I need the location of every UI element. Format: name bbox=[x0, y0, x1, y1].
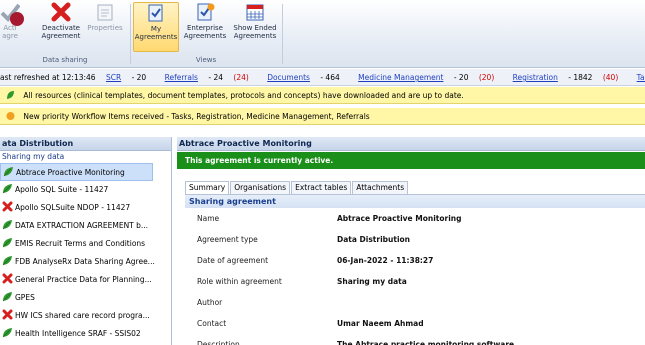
tree-item[interactable]: Health Intelligence SRAF - SSIS02 bbox=[0, 325, 171, 343]
field-value: Sharing my data bbox=[337, 277, 407, 286]
workflow-banner: New priority Workflow Items received - T… bbox=[0, 108, 645, 125]
red-cross-icon bbox=[2, 309, 13, 320]
tree-item[interactable]: Abtrace Proactive Monitoring bbox=[0, 163, 153, 181]
tree-item-label: Apollo SQLSuite NDOP - 11427 bbox=[15, 203, 131, 212]
agreement-active-bar: This agreement is currently active. bbox=[177, 152, 645, 169]
tasks-link[interactable]: Tasks - 2 bbox=[637, 73, 645, 82]
field-label: Contact bbox=[197, 319, 227, 328]
group-label-data-sharing: Data sharing bbox=[42, 56, 88, 64]
show-ended-agreements-button[interactable]: Show Ended Agreements bbox=[231, 2, 279, 52]
my-agreements-button[interactable]: My Agreements bbox=[133, 2, 179, 52]
field-label: Name bbox=[197, 214, 220, 223]
enterprise-agreements-button[interactable]: Enterprise Agreements bbox=[182, 2, 228, 52]
field-label: Author bbox=[197, 298, 223, 307]
tree-item-label: Abtrace Proactive Monitoring bbox=[16, 168, 125, 177]
tree-item-label: EMIS Recruit Terms and Conditions bbox=[15, 239, 146, 248]
enterprise-agreements-icon bbox=[195, 2, 215, 22]
ribbon: Acti agre Deactivate Agreement Propertie… bbox=[0, 0, 645, 68]
leaf-icon bbox=[2, 255, 13, 266]
medicine-management-link[interactable]: Medicine Management - 20 (20) bbox=[358, 73, 502, 82]
section-sharing-agreement: Sharing agreement bbox=[185, 195, 645, 208]
tree-item-label: FDB AnalyseRx Data Sharing Agree... bbox=[15, 257, 155, 266]
field-value: The Abtrace practice monitoring software… bbox=[337, 340, 523, 345]
leaf-icon bbox=[2, 219, 13, 230]
leaf-icon bbox=[3, 166, 14, 177]
tree-item-label: GPES bbox=[15, 293, 35, 302]
leaf-icon bbox=[2, 237, 13, 248]
agreement-details-panel: Abtrace Proactive Monitoring This agreem… bbox=[177, 137, 645, 345]
leaf-icon bbox=[6, 89, 15, 103]
agreement-title: Abtrace Proactive Monitoring bbox=[177, 137, 645, 151]
detail-row: Author bbox=[185, 292, 645, 313]
red-cross-icon bbox=[2, 273, 13, 284]
properties-button[interactable]: Properties bbox=[85, 2, 125, 52]
detail-row: Contact Umar Naeem Ahmad bbox=[185, 313, 645, 334]
documents-link[interactable]: Documents - 464 bbox=[267, 73, 348, 82]
field-label: Role within agreement bbox=[197, 277, 282, 286]
tree-item[interactable]: General Practice Data for Planning... bbox=[0, 271, 171, 289]
tree-item[interactable]: HW ICS shared care record progra... bbox=[0, 307, 171, 325]
tree-item-label: Apollo SQL Suite - 11427 bbox=[15, 185, 109, 194]
tab-organisations[interactable]: Organisations bbox=[230, 181, 291, 194]
red-cross-icon bbox=[2, 201, 13, 212]
leaf-icon bbox=[2, 183, 13, 194]
tree-item[interactable]: DATA EXTRACTION AGREEMENT b... bbox=[0, 217, 171, 235]
tree-item-label: Health Intelligence SRAF - SSIS02 bbox=[15, 329, 141, 338]
activate-agreement-button[interactable]: Acti agre bbox=[0, 2, 24, 52]
detail-tabs: Summary Organisations Extract tables Att… bbox=[185, 181, 409, 194]
check-icon bbox=[0, 2, 24, 26]
tree-item[interactable]: Apollo SQLSuite NDOP - 11427 bbox=[0, 199, 171, 217]
field-value: 06-Jan-2022 - 11:38:27 bbox=[337, 256, 434, 265]
field-label: Agreement type bbox=[197, 235, 258, 244]
detail-row: Date of agreement 06-Jan-2022 - 11:38:27 bbox=[185, 250, 645, 271]
leaf-icon bbox=[2, 327, 13, 338]
calendar-icon bbox=[245, 2, 265, 22]
tree-item[interactable]: EMIS Recruit Terms and Conditions bbox=[0, 235, 171, 253]
tab-extract-tables[interactable]: Extract tables bbox=[291, 181, 352, 194]
tree-group-sharing-my-data[interactable]: Sharing my data bbox=[0, 151, 171, 163]
deactivate-agreement-button[interactable]: Deactivate Agreement bbox=[38, 2, 84, 52]
group-label-views: Views bbox=[195, 56, 217, 64]
tab-summary[interactable]: Summary bbox=[185, 181, 230, 194]
field-value: Umar Naeem Ahmad bbox=[337, 319, 424, 328]
tree-item-label: DATA EXTRACTION AGREEMENT b... bbox=[15, 221, 149, 230]
left-panel-title: ata Distribution bbox=[0, 137, 171, 151]
last-refreshed-text: ast refreshed at 12:13:46 bbox=[0, 73, 96, 82]
red-cross-icon bbox=[51, 2, 71, 22]
detail-row: Name Abtrace Proactive Monitoring bbox=[185, 208, 645, 229]
leaf-icon bbox=[2, 291, 13, 302]
field-value: Abtrace Proactive Monitoring bbox=[337, 214, 462, 223]
field-label: Description bbox=[197, 340, 240, 345]
ribbon-separator bbox=[130, 4, 131, 64]
registration-link[interactable]: Registration - 1842 (40) bbox=[513, 73, 627, 82]
tree-item-label: HW ICS shared care record progra... bbox=[15, 311, 150, 320]
referrals-link[interactable]: Referrals - 24 (24) bbox=[165, 73, 257, 82]
my-agreements-icon bbox=[146, 3, 166, 23]
status-strip: ast refreshed at 12:13:46 SCR - 20 Refer… bbox=[0, 69, 645, 86]
tab-attachments[interactable]: Attachments bbox=[352, 181, 409, 194]
resources-banner: All resources (clinical templates, docum… bbox=[0, 87, 645, 104]
detail-row: Description The Abtrace practice monitori… bbox=[185, 334, 645, 345]
detail-row: Role within agreement Sharing my data bbox=[185, 271, 645, 292]
tree-item-label: General Practice Data for Planning... bbox=[15, 275, 152, 284]
agreements-tree-panel: ata Distribution Sharing my data Abtrace… bbox=[0, 137, 172, 345]
field-label: Date of agreement bbox=[197, 256, 269, 265]
properties-icon bbox=[95, 2, 115, 22]
tree-item[interactable]: Apollo SQL Suite - 11427 bbox=[0, 181, 171, 199]
info-icon bbox=[6, 110, 15, 124]
scr-link[interactable]: SCR - 20 bbox=[106, 73, 154, 82]
ribbon-separator bbox=[282, 4, 283, 64]
tree-item[interactable]: GPES bbox=[0, 289, 171, 307]
summary-content: Sharing agreement Name Abtrace Proactive … bbox=[185, 194, 645, 345]
detail-row: Agreement type Data Distribution bbox=[185, 229, 645, 250]
tree-item[interactable]: FDB AnalyseRx Data Sharing Agree... bbox=[0, 253, 171, 271]
field-value: Data Distribution bbox=[337, 235, 411, 244]
